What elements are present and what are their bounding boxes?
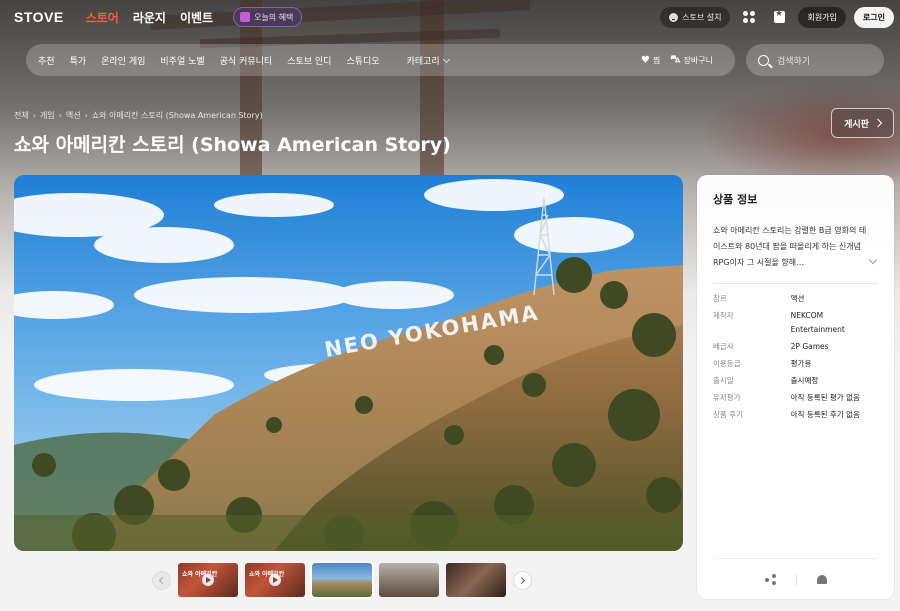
info-value[interactable]: NEKCOM Entertainment: [791, 309, 878, 337]
stove-logo[interactable]: STOVE: [14, 9, 64, 25]
play-icon: [202, 574, 214, 586]
thumbnail-image-3[interactable]: [310, 561, 374, 599]
thumbnail-image-4[interactable]: [379, 563, 439, 597]
info-row-reviews: 상품 후기 아직 등록된 후기 없음: [713, 408, 878, 422]
category-online-game[interactable]: 온라인 게임: [101, 54, 145, 67]
category-bar-actions: ♥ 찜 ⛍ 장바구니: [641, 44, 713, 76]
install-stove-button[interactable]: 스토브 설치: [660, 6, 731, 28]
gift-icon: [240, 12, 251, 22]
info-row-publisher: 배급사 2P Games: [713, 340, 878, 354]
breadcrumb-game[interactable]: 게임: [40, 110, 55, 121]
category-dropdown[interactable]: 카테고리: [406, 54, 450, 67]
wishlist-shortcut-button[interactable]: [768, 6, 790, 28]
info-key: 장르: [713, 294, 727, 303]
breadcrumb-current: 쇼와 아메리칸 스토리 (Showa American Story): [91, 111, 263, 120]
nav-lounge[interactable]: 라운지: [133, 9, 166, 26]
today-benefit-label: 오늘의 혜택: [254, 12, 294, 22]
info-value[interactable]: 액션: [791, 292, 878, 306]
product-description: 쇼와 아메리칸 스토리는 강렬한 B급 영화의 테이스트와 80년대 팝을 떠올…: [713, 226, 867, 267]
category-dropdown-label: 카테고리: [406, 56, 440, 67]
board-label: 게시판: [844, 119, 869, 130]
chevron-down-icon: [442, 55, 450, 63]
wishlist-link[interactable]: ♥ 찜: [641, 55, 660, 66]
category-visual-novel[interactable]: 비주얼 노벨: [160, 54, 204, 67]
product-info-title: 상품 정보: [713, 193, 758, 206]
category-list: 추천 특가 온라인 게임 비주얼 노벨 공식 커뮤니티 스토브 인디 스튜디오 …: [38, 54, 450, 67]
category-studio[interactable]: 스튜디오: [346, 54, 379, 67]
search-input[interactable]: 검색하기: [777, 54, 810, 67]
screenshot-image: NEO YOKOHAMA: [14, 175, 683, 551]
heart-icon: ♥: [640, 54, 650, 66]
info-row-rating: 이용등급 평가용: [713, 357, 878, 371]
category-recommend[interactable]: 추천: [38, 54, 55, 67]
top-bar: STOVE 스토어 라운지 이벤트 오늘의 혜택 스토브 설치 회원가입 로그인: [0, 0, 900, 34]
chevron-right-icon: ›: [32, 111, 36, 120]
chevron-right-icon: [517, 576, 526, 584]
divider: [795, 574, 797, 585]
board-button[interactable]: 게시판: [831, 108, 894, 138]
product-info-panel: 상품 정보 쇼와 아메리칸 스토리는 강렬한 B급 영화의 테이스트와 80년대…: [697, 175, 894, 599]
play-icon: [269, 574, 281, 586]
info-row-user-rating: 유저평가 아직 등록된 평가 없음: [713, 391, 878, 405]
wishlist-label: 찜: [652, 55, 661, 65]
chevron-right-icon: [873, 118, 883, 128]
thumbnail-next-button[interactable]: [513, 570, 532, 590]
divider: [713, 283, 878, 284]
category-official-community[interactable]: 공식 커뮤니티: [220, 54, 273, 67]
search-icon: [758, 54, 769, 66]
download-icon: [669, 12, 679, 22]
chevron-left-icon: [158, 576, 167, 584]
product-info-rows: 장르 액션 제작자 NEKCOM Entertainment 배급사 2P Games…: [713, 292, 878, 422]
nav-store[interactable]: 스토어: [86, 9, 119, 26]
product-info-footer: [697, 574, 894, 585]
thumbnail-video-2[interactable]: 쇼와 아메리칸: [245, 563, 305, 597]
info-key: 이용등급: [713, 359, 741, 368]
category-stove-indie[interactable]: 스토브 인디: [287, 54, 331, 67]
info-value: 아직 등록된 평가 없음: [790, 393, 860, 402]
info-row-developer: 제작자 NEKCOM Entertainment: [713, 309, 878, 337]
top-nav: 스토어 라운지 이벤트 오늘의 혜택: [86, 7, 303, 27]
report-icon[interactable]: [816, 575, 827, 584]
thumbnail-image-5[interactable]: [446, 563, 506, 597]
info-value: 평가용: [790, 359, 812, 368]
nav-event[interactable]: 이벤트: [180, 9, 213, 26]
breadcrumb-all[interactable]: 전체: [14, 110, 29, 121]
cart-link[interactable]: ⛍ 장바구니: [670, 54, 713, 67]
info-value: 출시예정: [790, 376, 819, 385]
cart-label: 장바구니: [683, 55, 713, 65]
chevron-right-icon: ›: [84, 111, 88, 120]
info-key: 유저평가: [713, 393, 741, 402]
search-bar[interactable]: 검색하기: [746, 44, 884, 76]
category-bar: 추천 특가 온라인 게임 비주얼 노벨 공식 커뮤니티 스토브 인디 스튜디오 …: [26, 44, 735, 76]
info-key: 제작자: [713, 311, 734, 320]
today-benefit-badge[interactable]: 오늘의 혜택: [233, 7, 303, 27]
info-key: 출시일: [713, 376, 734, 385]
divider: [713, 558, 878, 559]
thumbnail-video-1[interactable]: 쇼와 아메리칸: [178, 563, 238, 597]
apps-grid-icon: [743, 11, 756, 23]
cart-icon: ⛍: [670, 53, 681, 65]
info-row-release-date: 출시일 출시예정: [713, 374, 878, 388]
breadcrumb: 전체 › 게임 › 액션 › 쇼와 아메리칸 스토리 (Showa American …: [14, 110, 263, 121]
page-title: 쇼와 아메리칸 스토리 (Showa American Story): [14, 134, 451, 156]
thumbnail-strip: 쇼와 아메리칸 쇼와 아메리칸: [152, 561, 532, 599]
login-button[interactable]: 로그인: [853, 6, 894, 28]
main-screenshot[interactable]: NEO YOKOHAMA: [14, 175, 683, 551]
bookmark-star-icon: [773, 9, 785, 23]
install-label: 스토브 설치: [682, 12, 722, 22]
top-right-actions: 스토브 설치 회원가입 로그인: [660, 6, 894, 28]
share-icon[interactable]: [764, 574, 776, 585]
breadcrumb-action[interactable]: 액션: [66, 110, 81, 121]
apps-button[interactable]: [738, 6, 760, 28]
info-key: 상품 후기: [713, 410, 743, 419]
info-value[interactable]: 2P Games: [791, 340, 878, 354]
thumbnail-prev-button[interactable]: [152, 570, 171, 590]
info-value: 아직 등록된 후기 없음: [790, 410, 860, 419]
info-row-genre: 장르 액션: [713, 292, 878, 306]
info-key: 배급사: [713, 342, 734, 351]
signup-button[interactable]: 회원가입: [798, 6, 846, 28]
chevron-right-icon: ›: [58, 111, 62, 120]
category-sale[interactable]: 특가: [70, 54, 87, 67]
